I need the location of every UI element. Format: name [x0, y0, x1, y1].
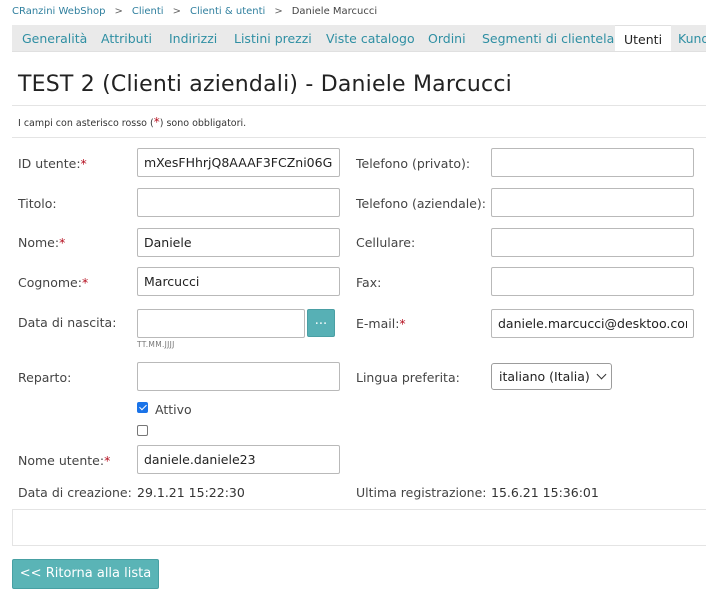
phone-business-label: Telefono (aziendale): [356, 196, 486, 211]
tab-indirizzi[interactable]: Indirizzi [169, 25, 217, 51]
divider [12, 510, 13, 545]
unlabeled-checkbox[interactable] [137, 425, 148, 436]
fax-input[interactable] [491, 267, 694, 296]
active-checkbox[interactable] [137, 402, 148, 413]
first-name-input[interactable] [137, 228, 340, 257]
user-id-label: ID utente:* [18, 156, 87, 171]
tab-listini-prezzi[interactable]: Listini prezzi [234, 25, 312, 51]
page-title: TEST 2 (Clienti aziendali) - Daniele Mar… [18, 72, 512, 97]
tab-segmenti-clientela[interactable]: Segmenti di clientela [482, 25, 614, 51]
birth-date-label: Data di nascita: [18, 315, 117, 330]
chevron-down-icon [596, 369, 607, 380]
divider [12, 509, 706, 510]
required-star: * [104, 453, 111, 468]
breadcrumb-link-webshop[interactable]: CRanzini WebShop [12, 6, 105, 17]
phone-private-label: Telefono (privato): [356, 156, 471, 171]
tab-generalita[interactable]: Generalità [22, 25, 87, 51]
tab-attributi[interactable]: Attributi [101, 25, 152, 51]
department-input[interactable] [137, 362, 340, 391]
date-format-hint: TT.MM.JJJJ [137, 340, 175, 349]
tab-utenti[interactable]: Utenti [615, 25, 672, 51]
required-star: * [399, 316, 406, 331]
label-text: Nome: [18, 235, 60, 250]
required-star: * [59, 235, 66, 250]
fax-label: Fax: [356, 275, 382, 290]
last-name-label: Cognome:* [18, 275, 88, 290]
created-label: Data di creazione: [18, 485, 132, 500]
mobile-label: Cellulare: [356, 235, 416, 250]
email-input[interactable] [491, 309, 694, 338]
email-label: E-mail:* [356, 316, 406, 331]
label-text: E-mail: [356, 316, 400, 331]
breadcrumb-link-clienti[interactable]: Clienti [132, 6, 164, 17]
first-name-label: Nome:* [18, 235, 65, 250]
tab-bar: Generalità Attributi Indirizzi Listini p… [12, 25, 706, 52]
date-picker-button[interactable]: ... [307, 309, 335, 337]
required-fields-note: I campi con asterisco rosso (*) sono obb… [18, 115, 246, 129]
language-select[interactable]: italiano (Italia) [491, 363, 612, 390]
tab-ordini[interactable]: Ordini [428, 25, 466, 51]
label-text: Cognome: [18, 275, 82, 290]
breadcrumb-link-clienti-utenti[interactable]: Clienti & utenti [190, 6, 265, 17]
label-text: ID utente: [18, 156, 81, 171]
phone-private-input[interactable] [491, 148, 694, 177]
language-selected-value: italiano (Italia) [499, 369, 590, 384]
phone-business-input[interactable] [491, 188, 694, 217]
breadcrumb-separator: > [172, 5, 181, 17]
divider [12, 545, 706, 546]
breadcrumb-separator: > [274, 5, 283, 17]
breadcrumb-separator: > [114, 5, 123, 17]
last-login-label: Ultima registrazione: [356, 485, 487, 500]
required-star: * [80, 156, 87, 171]
mobile-input[interactable] [491, 228, 694, 257]
required-note-text: ) sono obbligatori. [159, 118, 247, 129]
divider [12, 137, 706, 138]
created-value: 29.1.21 15:22:30 [137, 485, 245, 500]
divider [12, 105, 706, 106]
user-id-input[interactable] [137, 148, 340, 177]
last-name-input[interactable] [137, 267, 340, 296]
breadcrumb-current: Daniele Marcucci [291, 5, 378, 17]
department-label: Reparto: [18, 370, 72, 385]
back-to-list-button[interactable]: << Ritorna alla lista [12, 559, 159, 589]
active-label: Attivo [155, 402, 192, 417]
last-login-value: 15.6.21 15:36:01 [491, 485, 599, 500]
title-label: Titolo: [18, 196, 57, 211]
tab-kund[interactable]: Kund [678, 25, 706, 51]
tab-viste-catalogo[interactable]: Viste catalogo [326, 25, 415, 51]
language-label: Lingua preferita: [356, 370, 460, 385]
required-note-text: I campi con asterisco rosso ( [18, 118, 154, 129]
required-star: * [81, 275, 89, 290]
birth-date-input[interactable] [137, 309, 305, 338]
title-input[interactable] [137, 188, 340, 217]
label-text: Nome utente: [18, 453, 105, 468]
username-label: Nome utente:* [18, 453, 110, 468]
breadcrumb: CRanzini WebShop > Clienti > Clienti & u… [12, 4, 377, 18]
username-input[interactable] [137, 445, 340, 474]
